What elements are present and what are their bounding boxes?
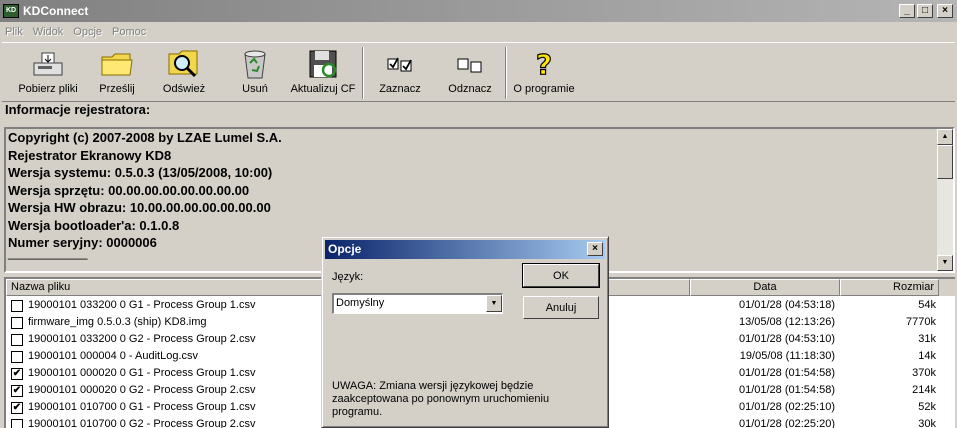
delete-button[interactable]: Usuń xyxy=(227,47,283,101)
menu-bar: Plik Widok Opcje Pomoc xyxy=(0,22,957,41)
toolbar-separator xyxy=(505,47,507,99)
download-files-button[interactable]: Pobierz pliki xyxy=(14,47,82,101)
close-button[interactable]: × xyxy=(937,4,953,18)
scroll-down-button[interactable]: ▼ xyxy=(937,255,953,271)
row-checkbox[interactable] xyxy=(11,317,23,329)
menu-widok[interactable]: Widok xyxy=(28,26,69,38)
row-checkbox[interactable] xyxy=(11,300,23,312)
svg-text:?: ? xyxy=(536,48,552,80)
toolbar-separator xyxy=(362,47,364,99)
scroll-up-button[interactable]: ▲ xyxy=(937,129,953,145)
file-date: 01/01/28 (01:54:58) xyxy=(738,384,835,396)
column-header-date[interactable]: Data xyxy=(690,279,840,296)
menu-opcje[interactable]: Opcje xyxy=(68,26,107,38)
folder-icon xyxy=(100,47,134,81)
file-size: 7770k xyxy=(906,316,936,328)
question-icon: ? xyxy=(532,47,556,81)
minimize-button[interactable]: _ xyxy=(899,4,915,18)
file-size: 370k xyxy=(912,367,936,379)
select-all-button[interactable]: Zaznacz xyxy=(370,47,430,101)
row-checkbox[interactable] xyxy=(11,351,23,363)
info-line: Wersja sprzętu: 00.00.00.00.00.00.00.00 xyxy=(8,182,250,198)
file-date: 01/01/28 (04:53:10) xyxy=(738,333,835,345)
file-date: 19/05/08 (11:18:30) xyxy=(739,350,835,362)
update-cf-button[interactable]: Aktualizuj CF xyxy=(288,47,358,101)
file-name: 19000101 033200 0 G1 - Process Group 1.c… xyxy=(28,299,256,311)
file-name: 19000101 000004 0 - AuditLog.csv xyxy=(28,350,199,362)
download-icon xyxy=(30,47,66,81)
info-section-label: Informacje rejestratora: xyxy=(5,102,151,117)
file-name: 19000101 000020 0 G2 - Process Group 2.c… xyxy=(28,384,256,396)
unchecked-boxes-icon xyxy=(456,47,484,81)
file-date: 01/01/28 (04:53:18) xyxy=(738,299,835,311)
window-title: KDConnect xyxy=(23,4,89,18)
file-date: 01/01/28 (01:54:58) xyxy=(738,367,835,379)
row-checkbox[interactable] xyxy=(11,334,23,346)
row-checkbox[interactable] xyxy=(11,419,23,428)
file-name: 19000101 000020 0 G1 - Process Group 1.c… xyxy=(28,367,256,379)
language-select[interactable]: Domyślny ▼ xyxy=(332,293,503,314)
row-checkbox[interactable]: ✔ xyxy=(11,402,23,414)
about-button[interactable]: ? O programie xyxy=(509,47,579,101)
language-select-value: Domyślny xyxy=(336,297,385,309)
file-date: 13/05/08 (12:13:26) xyxy=(738,316,835,328)
file-name: firmware_img 0.5.0.3 (ship) KD8.img xyxy=(28,316,207,328)
info-line: Rejestrator Ekranowy KD8 xyxy=(8,147,172,163)
checked-boxes-icon xyxy=(386,47,414,81)
info-scrollbar[interactable]: ▲ ▼ xyxy=(937,129,953,271)
cancel-button[interactable]: Anuluj xyxy=(523,296,599,319)
floppy-refresh-icon xyxy=(307,47,339,81)
info-line: Copyright (c) 2007-2008 by LZAE Lumel S.… xyxy=(8,130,282,145)
file-size: 54k xyxy=(918,299,936,311)
app-icon: KD xyxy=(3,4,19,18)
file-name: 19000101 010700 0 G2 - Process Group 2.c… xyxy=(28,418,256,428)
language-label: Język: xyxy=(332,271,364,283)
window-titlebar[interactable]: KD KDConnect _ □ × xyxy=(0,0,957,22)
info-line: Wersja systemu: 0.5.0.3 (13/05/2008, 10:… xyxy=(8,165,273,180)
column-header-size[interactable]: Rozmiar xyxy=(840,279,939,296)
file-date: 01/01/28 (02:25:10) xyxy=(738,401,835,413)
menu-plik[interactable]: Plik xyxy=(0,26,28,38)
maximize-button[interactable]: □ xyxy=(917,4,933,18)
info-line: Wersja HW obrazu: 10.00.00.00.00.00.00.0… xyxy=(8,200,271,215)
chevron-down-icon[interactable]: ▼ xyxy=(486,295,502,312)
language-change-note: UWAGA: Zmiana wersji językowej będzie za… xyxy=(332,380,550,418)
file-name: 19000101 033200 0 G2 - Process Group 2.c… xyxy=(28,333,256,345)
row-checkbox[interactable]: ✔ xyxy=(11,368,23,380)
dialog-title: Opcje xyxy=(328,242,362,256)
file-date: 01/01/28 (02:25:20) xyxy=(738,418,835,428)
file-size: 14k xyxy=(918,350,936,362)
menu-pomoc[interactable]: Pomoc xyxy=(107,26,151,38)
deselect-all-button[interactable]: Odznacz xyxy=(440,47,500,101)
recycle-bin-icon xyxy=(240,47,270,81)
row-checkbox[interactable]: ✔ xyxy=(11,385,23,397)
file-name: 19000101 010700 0 G1 - Process Group 1.c… xyxy=(28,401,256,413)
file-size: 31k xyxy=(918,333,936,345)
info-line: Wersja bootloader'a: 0.1.0.8 xyxy=(8,217,180,233)
file-size: 52k xyxy=(918,401,936,413)
refresh-button[interactable]: Odśwież xyxy=(152,47,216,101)
dialog-titlebar[interactable]: Opcje × xyxy=(325,240,605,259)
upload-button[interactable]: Prześlij xyxy=(87,47,147,101)
file-size: 30k xyxy=(918,418,936,428)
toolbar: Pobierz pliki Prześlij Odśwież Usuń Aktu… xyxy=(2,42,955,102)
dialog-close-button[interactable]: × xyxy=(587,242,603,256)
magnifier-icon xyxy=(167,47,201,81)
ok-button[interactable]: OK xyxy=(522,263,600,288)
options-dialog: Opcje × Język: Domyślny ▼ OK Anuluj UWAG… xyxy=(321,236,609,428)
scroll-thumb[interactable] xyxy=(937,145,953,179)
file-size: 214k xyxy=(912,384,936,396)
